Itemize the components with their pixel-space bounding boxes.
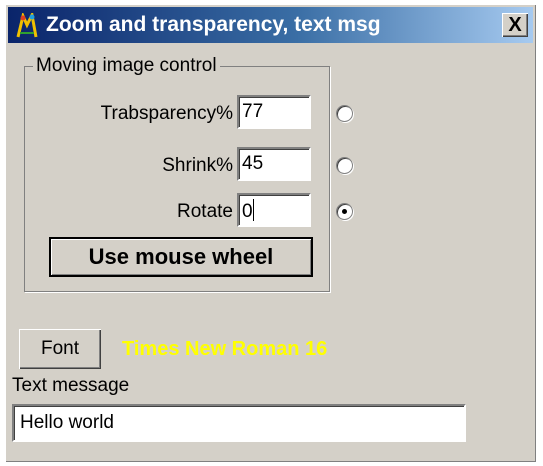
text-message-input[interactable]: Hello world (12, 404, 466, 442)
transparency-label: Trabsparency% (100, 103, 233, 124)
transparency-radio[interactable] (336, 105, 353, 122)
shrink-radio[interactable] (336, 157, 353, 174)
app-icon (16, 13, 38, 38)
group-title: Moving image control (33, 55, 220, 77)
title-bar[interactable]: Zoom and transparency, text msg X (8, 7, 533, 43)
rotate-input[interactable]: 0 (237, 193, 311, 227)
shrink-label: Shrink% (162, 155, 233, 176)
font-button[interactable]: Font (19, 329, 101, 369)
transparency-input[interactable]: 77 (237, 95, 311, 129)
current-font-label: Times New Roman 16 (122, 338, 328, 360)
window-title: Zoom and transparency, text msg (46, 13, 381, 36)
text-caret (252, 199, 254, 221)
radio-selected-dot (342, 209, 347, 214)
rotate-value: 0 (242, 201, 253, 222)
rotate-label: Rotate (177, 201, 233, 222)
dialog-window: Zoom and transparency, text msg X Moving… (5, 4, 536, 462)
moving-image-control-group: Moving image control Trabsparency% 77 Sh… (24, 55, 353, 292)
close-icon: X (508, 14, 522, 36)
shrink-input[interactable]: 45 (237, 147, 311, 181)
rotate-radio[interactable] (336, 203, 353, 220)
close-button[interactable]: X (502, 13, 528, 37)
text-message-label: Text message (12, 375, 130, 396)
use-mouse-wheel-button[interactable]: Use mouse wheel (49, 237, 313, 277)
